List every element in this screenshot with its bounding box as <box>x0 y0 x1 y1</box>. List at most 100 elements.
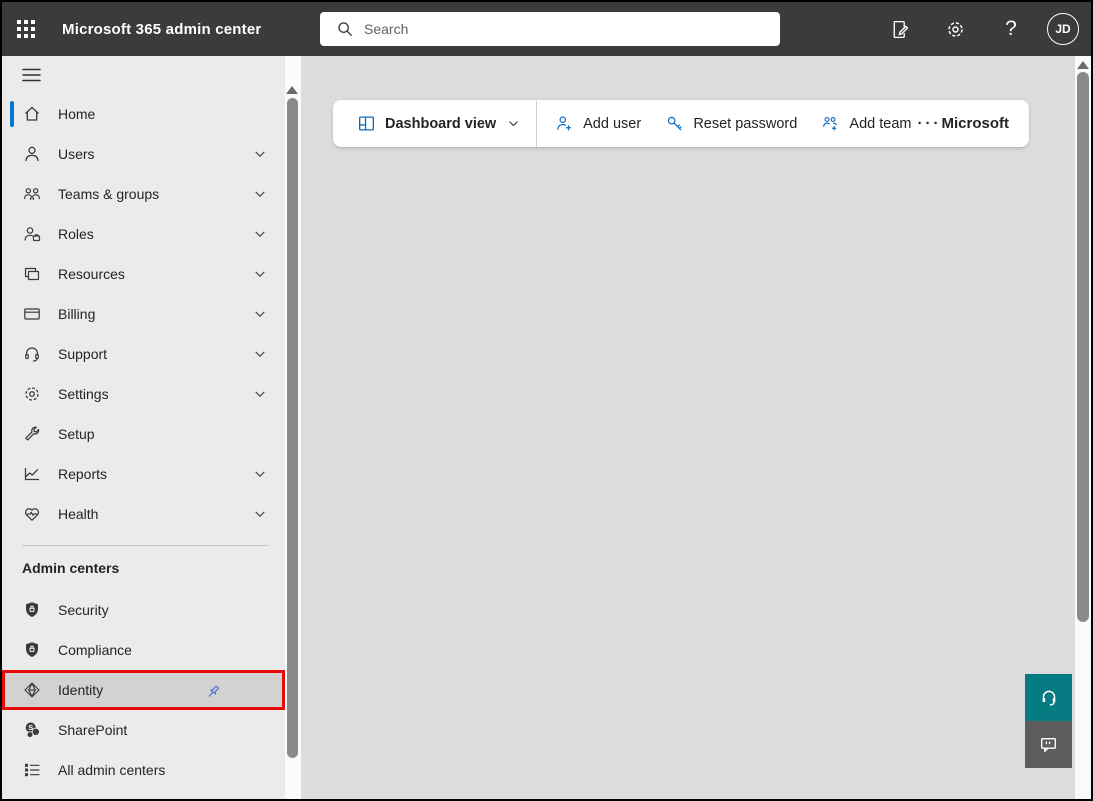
chevron-down-icon <box>253 307 267 321</box>
sidebar-item-resources[interactable]: Resources <box>2 254 285 294</box>
sidebar-item-health[interactable]: Health <box>2 494 285 534</box>
sidebar-item-label: Identity <box>58 682 266 698</box>
sidebar-item-label: Security <box>58 602 269 618</box>
sharepoint-icon: S <box>22 720 42 740</box>
sidebar-item-support[interactable]: Support <box>2 334 285 374</box>
sidebar-item-label: Health <box>58 506 253 522</box>
chevron-down-icon <box>507 117 520 130</box>
reset-password-button[interactable]: Reset password <box>665 114 797 133</box>
reports-chart-icon <box>22 464 42 484</box>
settings-gear-icon <box>22 384 42 404</box>
brand-label: Microsoft <box>942 115 1010 132</box>
sidebar-item-home[interactable]: Home <box>2 94 285 134</box>
search-input[interactable] <box>364 21 770 37</box>
chevron-down-icon <box>253 387 267 401</box>
admin-center-page: Microsoft 365 admin center ? <box>0 0 1093 801</box>
help-icon: ? <box>1005 17 1017 41</box>
chevron-down-icon <box>253 187 267 201</box>
sidebar-item-label: Billing <box>58 306 253 322</box>
add-team-button[interactable]: Add team <box>821 114 911 133</box>
body-layout: Home Users Teams & groups <box>2 56 1091 799</box>
scroll-up-arrow[interactable] <box>286 86 298 94</box>
sidebar-nav: Home Users Teams & groups <box>2 56 285 799</box>
sidebar-item-label: Teams & groups <box>58 186 253 202</box>
add-user-icon <box>555 114 574 133</box>
sidebar-item-sharepoint[interactable]: S SharePoint <box>2 710 285 750</box>
reset-password-label: Reset password <box>693 116 797 132</box>
app-launcher-button[interactable] <box>2 2 50 56</box>
chat-bubble-icon <box>1038 734 1059 755</box>
nav-collapse-button[interactable] <box>2 56 285 94</box>
sidebar-item-compliance[interactable]: Compliance <box>2 630 285 670</box>
sidebar-item-setup[interactable]: Setup <box>2 414 285 454</box>
sidebar-item-label: Resources <box>58 266 253 282</box>
chevron-down-icon <box>253 147 267 161</box>
help-assistant-button[interactable] <box>1025 674 1072 721</box>
dashboard-view-label: Dashboard view <box>385 116 496 132</box>
help-button[interactable]: ? <box>991 9 1031 49</box>
admin-centers-heading: Admin centers <box>2 546 285 590</box>
roles-icon <box>22 224 42 244</box>
sidebar-item-security[interactable]: Security <box>2 590 285 630</box>
setup-wrench-icon <box>22 424 42 444</box>
add-team-icon <box>821 114 840 133</box>
sidebar-item-label: Users <box>58 146 253 162</box>
health-heart-icon <box>22 504 42 524</box>
sidebar-item-roles[interactable]: Roles <box>2 214 285 254</box>
sidebar-item-teams-groups[interactable]: Teams & groups <box>2 174 285 214</box>
billing-icon <box>22 304 42 324</box>
headset-icon <box>1038 687 1060 709</box>
sidebar-item-label: Compliance <box>58 642 269 658</box>
gear-icon <box>945 19 966 40</box>
dashboard-toolbar: Dashboard view Add user <box>333 100 1029 147</box>
chevron-down-icon <box>253 347 267 361</box>
feedback-page-icon <box>889 19 910 40</box>
more-actions-button[interactable]: ··· <box>918 115 942 132</box>
search-icon <box>336 20 354 38</box>
main-content: Dashboard view Add user <box>301 56 1075 799</box>
feedback-page-button[interactable] <box>879 9 919 49</box>
add-team-label: Add team <box>849 116 911 132</box>
key-icon <box>665 114 684 133</box>
support-icon <box>22 344 42 364</box>
teams-groups-icon <box>22 184 42 204</box>
settings-button[interactable] <box>935 9 975 49</box>
add-user-button[interactable]: Add user <box>555 114 641 133</box>
feedback-button[interactable] <box>1025 721 1072 768</box>
avatar-initials: JD <box>1055 22 1070 36</box>
security-shield-icon <box>22 600 42 620</box>
dashboard-grid-icon <box>357 114 376 133</box>
sidebar-item-billing[interactable]: Billing <box>2 294 285 334</box>
identity-icon <box>22 680 42 700</box>
sidebar-scrollbar-thumb[interactable] <box>287 98 298 758</box>
sidebar-item-users[interactable]: Users <box>2 134 285 174</box>
svg-text:S: S <box>28 723 33 732</box>
toolbar-divider <box>536 101 537 147</box>
sidebar-item-settings[interactable]: Settings <box>2 374 285 414</box>
chevron-down-icon <box>253 467 267 481</box>
main-scrollbar-thumb[interactable] <box>1077 72 1089 622</box>
sidebar-item-label: Home <box>58 106 269 122</box>
home-icon <box>22 104 42 124</box>
compliance-shield-icon <box>22 640 42 660</box>
pin-icon[interactable] <box>204 683 222 701</box>
sidebar-item-identity[interactable]: Identity <box>2 670 285 710</box>
sidebar-item-label: SharePoint <box>58 722 269 738</box>
hamburger-icon <box>22 68 41 82</box>
dashboard-view-dropdown[interactable]: Dashboard view <box>357 114 520 133</box>
sidebar-item-label: Reports <box>58 466 253 482</box>
sidebar-item-all-admin-centers[interactable]: All admin centers <box>2 750 285 790</box>
scroll-up-arrow[interactable] <box>1077 61 1089 69</box>
sidebar-scrollbar[interactable] <box>285 56 301 799</box>
chevron-down-icon <box>253 227 267 241</box>
search-box[interactable] <box>320 12 780 46</box>
sidebar-item-label: Support <box>58 346 253 362</box>
main-scrollbar[interactable] <box>1075 56 1091 799</box>
sidebar-item-reports[interactable]: Reports <box>2 454 285 494</box>
chevron-down-icon <box>253 267 267 281</box>
account-avatar[interactable]: JD <box>1047 13 1079 45</box>
add-user-label: Add user <box>583 116 641 132</box>
top-bar: Microsoft 365 admin center ? <box>2 2 1091 56</box>
chevron-down-icon <box>253 507 267 521</box>
waffle-icon <box>17 20 35 38</box>
